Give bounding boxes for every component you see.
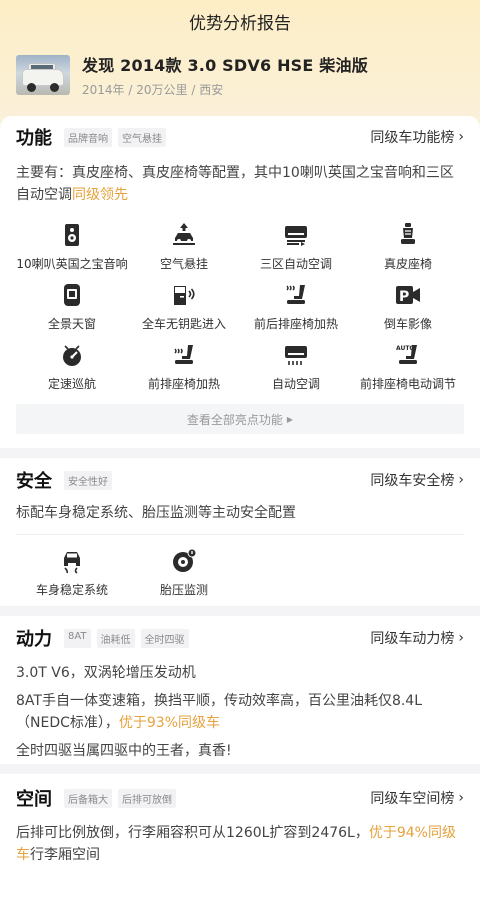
air-suspension-icon (173, 223, 195, 245)
car-meta: 2014年 / 20万公里 / 西安 (82, 83, 224, 97)
keyless-entry-icon (174, 286, 195, 305)
sunroof-icon (64, 284, 80, 306)
safety-rank-link[interactable]: 同级车安全榜 › (370, 470, 464, 490)
reverse-camera-icon: P (396, 286, 420, 305)
speaker-icon (65, 224, 79, 246)
front-seat-heat-icon (174, 345, 193, 364)
tire-pressure-icon (173, 548, 197, 572)
feature-tire-pressure[interactable]: 胎压监测 (128, 548, 240, 608)
tag-large-trunk: 后备箱大 (64, 788, 112, 808)
tag-8at: 8AT (64, 628, 91, 648)
function-title: 功能 (16, 128, 52, 149)
safety-description: 标配车身稳定系统、胎压监测等主动安全配置 (16, 505, 296, 521)
power-engine: 3.0T V6，双涡轮增压发动机 (16, 665, 196, 681)
space-rank-link[interactable]: 同级车空间榜 › (370, 788, 464, 808)
feature-front-seat-heat[interactable]: 前排座椅加热 (128, 342, 240, 402)
tag-awd: 全时四驱 (140, 628, 189, 648)
power-card: 动力 8AT 油耗低 全时四驱 同级车动力榜 › 3.0T V6，双涡轮增压发动机… (0, 616, 480, 764)
tag-air-suspension: 空气悬挂 (118, 127, 166, 147)
tag-safe: 安全性好 (64, 470, 112, 490)
function-description: 主要有：真皮座椅、真皮座椅等配置，其中10喇叭英国之宝音响和三区自动空调同级领先 (16, 165, 454, 203)
power-highlight: 优于93%同级车 (118, 715, 220, 731)
seat-heat-front-rear-icon (286, 285, 305, 304)
power-transmission: 8AT手自一体变速箱，换挡平顺，传动效率高，百公里油耗仅8.4L（NEDC标准）… (16, 693, 423, 731)
feature-reverse-camera[interactable]: P 倒车影像 (352, 282, 464, 342)
car-name: 发现 2014款 3.0 SDV6 HSE 柴油版 (82, 56, 368, 75)
stability-control-icon (64, 552, 80, 574)
car-year: 2014年 (82, 83, 125, 97)
function-highlight: 同级领先 (72, 187, 128, 203)
function-feature-grid: 10喇叭英国之宝音响 空气悬挂 三区自动空调 真皮座椅 全景天窗 全车无钥匙进入… (16, 222, 464, 402)
chevron-right-icon: › (458, 630, 464, 646)
tag-folding-rear: 后排可放倒 (118, 788, 176, 808)
chevron-right-icon: › (458, 472, 464, 488)
safety-divider (16, 534, 464, 535)
triangle-right-icon: ▶ (286, 414, 294, 424)
feature-front-rear-seat-heat[interactable]: 前后排座椅加热 (240, 282, 352, 342)
cruise-control-icon (63, 345, 81, 366)
power-awd: 全时四驱当属四驱中的王者，真香! (16, 743, 232, 759)
tag-low-fuel: 油耗低 (96, 628, 135, 648)
chevron-right-icon: › (458, 790, 464, 806)
feature-leather-seat[interactable]: 真皮座椅 (352, 222, 464, 282)
feature-sunroof[interactable]: 全景天窗 (16, 282, 128, 342)
car-city: 西安 (199, 83, 224, 97)
feature-speaker[interactable]: 10喇叭英国之宝音响 (16, 222, 128, 282)
space-card: 空间 后备箱大 后排可放倒 同级车空间榜 › 后排可比例放倒，行李厢容积可从126… (0, 774, 480, 920)
safety-title: 安全 (16, 471, 52, 492)
feature-cruise-control[interactable]: 定速巡航 (16, 342, 128, 402)
function-rank-link[interactable]: 同级车功能榜 › (370, 127, 464, 147)
power-rank-link[interactable]: 同级车动力榜 › (370, 628, 464, 648)
feature-stability-control[interactable]: 车身稳定系统 (16, 548, 128, 608)
function-card: 功能 品牌音响 空气悬挂 同级车功能榜 › 主要有：真皮座椅、真皮座椅等配置，其中… (0, 116, 480, 448)
power-seat-icon: AUTO (396, 345, 417, 364)
feature-air-suspension[interactable]: 空气悬挂 (128, 222, 240, 282)
space-title: 空间 (16, 789, 52, 810)
car-header: 发现 2014款 3.0 SDV6 HSE 柴油版 2014年 / 20万公里 … (16, 52, 368, 98)
auto-ac-icon (285, 346, 307, 365)
safety-feature-grid: 车身稳定系统 胎压监测 (16, 548, 464, 608)
power-title: 动力 (16, 629, 52, 650)
feature-keyless-entry[interactable]: 全车无钥匙进入 (128, 282, 240, 342)
feature-auto-ac[interactable]: 自动空调 (240, 342, 352, 402)
leather-seat-icon (401, 223, 415, 244)
chevron-right-icon: › (458, 129, 464, 145)
page-title: 优势分析报告 (189, 14, 291, 34)
space-description: 后排可比例放倒，行李厢容积可从1260L扩容到2476L，优于94%同级车行李厢… (16, 825, 456, 863)
feature-three-zone-ac[interactable]: 三区自动空调 (240, 222, 352, 282)
car-thumbnail[interactable] (16, 55, 70, 95)
view-all-features-button[interactable]: 查看全部亮点功能 ▶ (16, 404, 464, 434)
ac-zone-icon (285, 226, 307, 246)
svg-text:P: P (399, 289, 409, 305)
feature-power-seat[interactable]: AUTO 前排座椅电动调节 (352, 342, 464, 402)
safety-card: 安全 安全性好 同级车安全榜 › 标配车身稳定系统、胎压监测等主动安全配置 车身稳… (0, 458, 480, 606)
car-mileage: 20万公里 (136, 83, 188, 97)
tag-brand-audio: 品牌音响 (64, 127, 112, 147)
